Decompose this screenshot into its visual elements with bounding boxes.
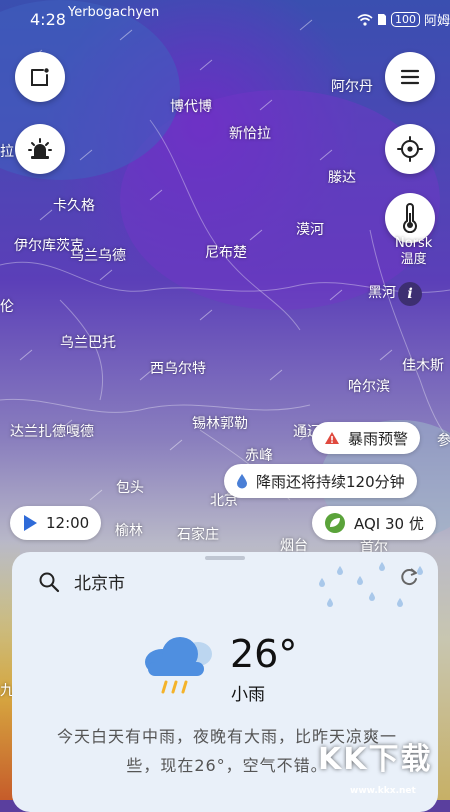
city-label: 伦	[0, 299, 14, 315]
play-icon	[24, 515, 37, 531]
refresh-icon	[401, 568, 417, 586]
city-label: 榆林	[115, 523, 143, 539]
status-bar: 4:28 Yerbogachyen 100 阿姆	[0, 5, 450, 32]
city-label: 尼布楚	[205, 245, 247, 261]
weather-condition: 小雨	[231, 685, 265, 705]
city-label: 哈尔滨	[348, 379, 390, 395]
crosshair-icon	[397, 136, 423, 162]
city-label: 乌兰巴托	[60, 335, 116, 351]
aqi-pill[interactable]: AQI 30 优	[312, 506, 436, 540]
search-icon	[39, 572, 60, 592]
temperature-layer-label: Norsk 温度	[395, 236, 432, 268]
rain-duration-pill[interactable]: 降雨还将持续120分钟	[224, 464, 417, 498]
watermark-url: www.kkx.net	[350, 786, 416, 796]
wifi-icon	[357, 13, 373, 26]
status-right-text: 阿姆	[423, 14, 450, 29]
temp-label: 温度	[400, 252, 427, 267]
city-label: 漠河	[296, 222, 324, 238]
warning-text: 暴雨预警	[348, 429, 409, 448]
city-label: 阿尔丹	[331, 79, 373, 95]
city-label: 参	[437, 433, 450, 449]
city-label: 赤峰	[245, 448, 273, 464]
location-search[interactable]: 北京市	[38, 569, 125, 594]
alarm-light-icon	[28, 138, 52, 159]
watermark-logo: KK下载	[318, 742, 433, 777]
sim-icon	[377, 14, 386, 25]
menu-icon	[400, 69, 420, 85]
warning-icon	[325, 432, 339, 444]
refresh-button[interactable]	[398, 566, 420, 592]
status-time: 4:28	[30, 10, 66, 29]
rain-warning-pill[interactable]: 暴雨预警	[312, 422, 421, 454]
city-label: 达兰扎德嘎德	[10, 424, 94, 440]
menu-button[interactable]	[385, 52, 435, 102]
city-label: 乌兰乌德	[70, 248, 126, 264]
city-label: 卡久格	[53, 198, 95, 214]
widget-icon	[31, 68, 49, 86]
location-name: 北京市	[74, 574, 125, 594]
city-label: 新恰拉	[229, 126, 271, 142]
alarm-button[interactable]	[15, 124, 65, 174]
thermometer-icon	[403, 203, 417, 233]
info-icon[interactable]: i	[398, 282, 422, 306]
status-carrier: Yerbogachyen	[68, 5, 160, 20]
city-label: 滕达	[328, 170, 356, 186]
locate-button[interactable]	[385, 124, 435, 174]
rain-cloud-icon	[145, 637, 212, 694]
aqi-text: AQI 30 优	[354, 514, 424, 533]
norsk-label: Norsk	[395, 236, 433, 251]
city-label: 黑河	[368, 285, 396, 301]
raindrop-icon	[237, 474, 247, 489]
widget-button[interactable]	[15, 52, 65, 102]
city-label: 包头	[116, 480, 144, 496]
play-time: 12:00	[46, 514, 90, 532]
city-label: 西乌尔特	[150, 361, 206, 377]
city-label: 佳木斯	[402, 358, 444, 374]
battery-level: 100	[390, 12, 420, 27]
sheet-handle[interactable]	[205, 556, 245, 560]
city-label: 拉	[0, 144, 14, 160]
leaf-icon	[325, 513, 345, 533]
status-right: 100 阿姆	[357, 10, 450, 29]
city-label: 石家庄	[177, 527, 219, 543]
city-label: 博代博	[170, 99, 212, 115]
city-label: 锡林郭勒	[192, 416, 248, 432]
rain-duration-text: 降雨还将持续120分钟	[256, 472, 405, 491]
timeline-play-pill[interactable]: 12:00	[10, 506, 102, 540]
current-temperature: 26°	[230, 632, 298, 676]
